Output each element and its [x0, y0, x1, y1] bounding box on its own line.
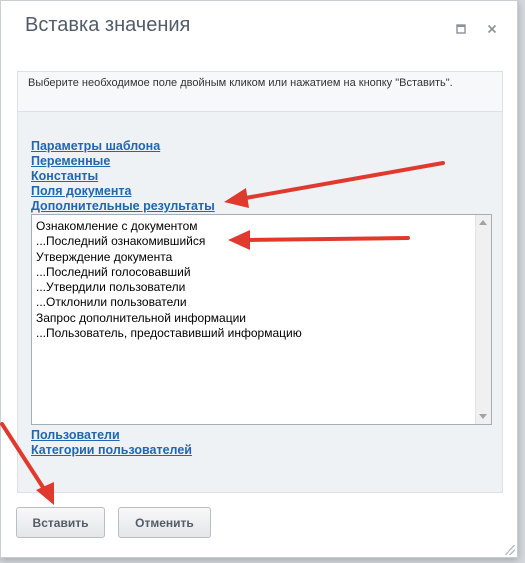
list-option[interactable]: ...Отклонили пользователи [36, 295, 473, 310]
close-icon[interactable] [483, 20, 501, 38]
dialog-title: Вставка значения [25, 14, 191, 36]
cancel-button[interactable]: Отменить [118, 507, 211, 538]
scroll-up-arrow-icon[interactable] [479, 220, 487, 225]
list-option[interactable]: ...Утвердили пользователи [36, 280, 473, 295]
link-constants[interactable]: Константы [31, 169, 215, 184]
user-links: Пользователи Категории пользователей [31, 428, 192, 458]
scroll-down-arrow-icon[interactable] [479, 414, 487, 419]
link-document-fields[interactable]: Поля документа [31, 184, 215, 199]
maximize-icon[interactable] [452, 20, 470, 38]
insert-button[interactable]: Вставить [16, 507, 105, 538]
list-option[interactable]: ...Последний голосовавший [36, 265, 473, 280]
dialog-content: Выберите необходимое поле двойным кликом… [17, 71, 503, 493]
listbox-scrollbar[interactable] [475, 215, 491, 424]
resize-handle-icon[interactable] [505, 545, 515, 555]
hint-text: Выберите необходимое поле двойным кликом… [18, 72, 502, 112]
link-template-parameters[interactable]: Параметры шаблона [31, 139, 215, 154]
list-option[interactable]: Утверждение документа [36, 250, 473, 265]
link-additional-results[interactable]: Дополнительные результаты [31, 199, 215, 214]
dialog-titlebar[interactable]: Вставка значения [1, 1, 517, 57]
link-variables[interactable]: Переменные [31, 154, 215, 169]
field-groups-links: Параметры шаблона Переменные Константы П… [31, 139, 215, 214]
link-user-categories[interactable]: Категории пользователей [31, 443, 192, 458]
list-option[interactable]: Ознакомление с документом [36, 219, 473, 234]
list-option[interactable]: ...Пользователь, предоставивший информац… [36, 326, 473, 341]
insert-value-dialog: Вставка значения Выберите необходимое по… [0, 0, 518, 558]
link-users[interactable]: Пользователи [31, 428, 192, 443]
fields-listbox[interactable]: Ознакомление с документом ...Последний о… [31, 214, 492, 425]
dialog-footer: Вставить Отменить [1, 493, 517, 557]
list-option[interactable]: ...Последний ознакомившийся [36, 234, 473, 249]
list-option[interactable]: Запрос дополнительной информации [36, 311, 473, 326]
